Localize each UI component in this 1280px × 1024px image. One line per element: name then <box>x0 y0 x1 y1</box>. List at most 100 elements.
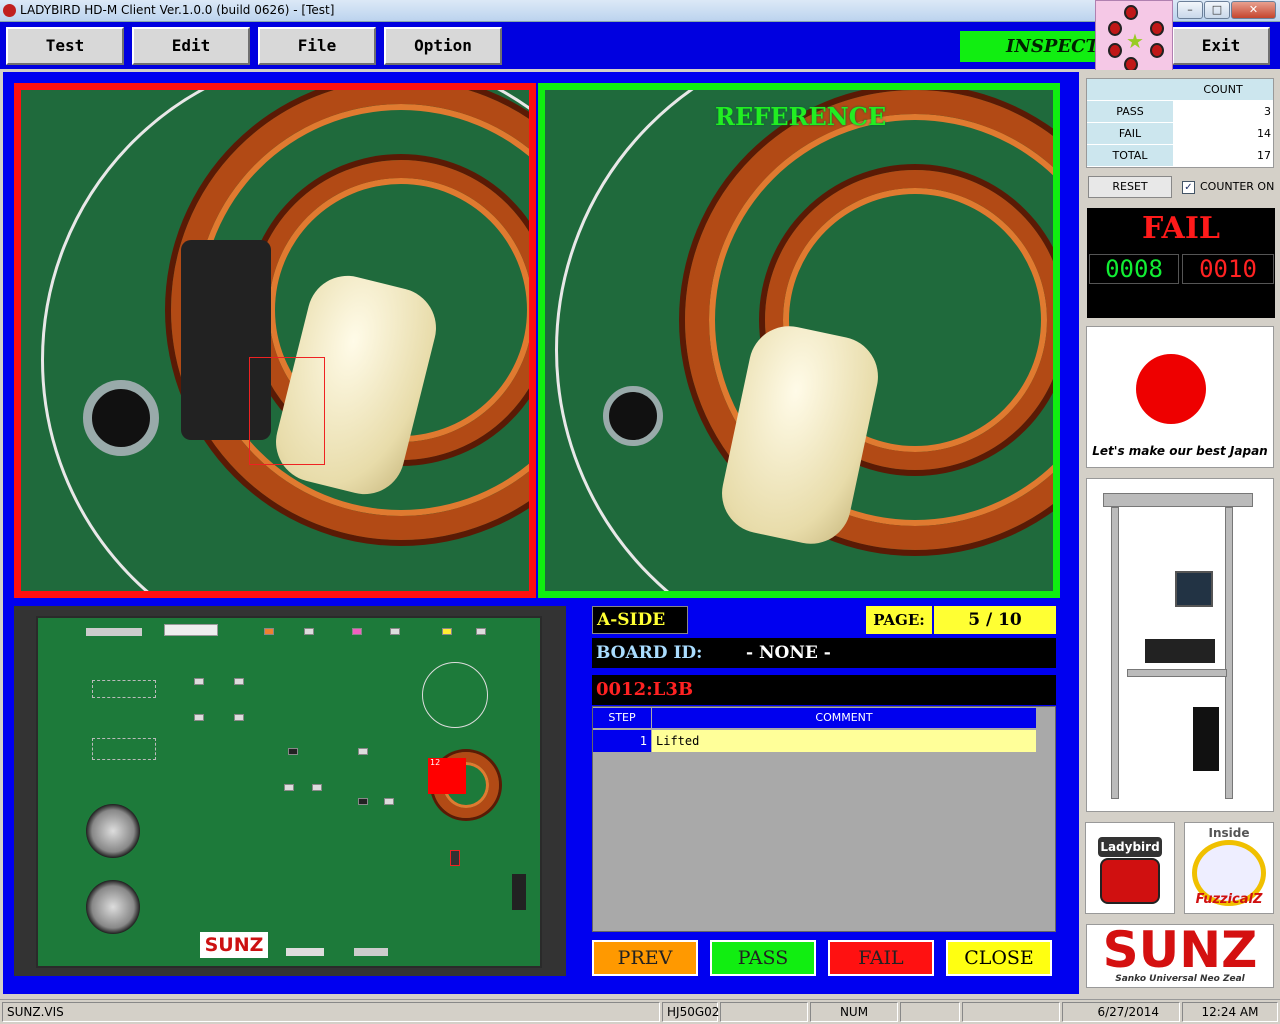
close-button[interactable]: CLOSE <box>946 940 1052 976</box>
status-empty <box>962 1002 1060 1022</box>
machine-monitor <box>1175 571 1213 607</box>
machine-pc-tower <box>1193 707 1219 771</box>
counter-on-checkbox[interactable]: ✓ <box>1182 181 1195 194</box>
ladybug-icon <box>1108 21 1122 36</box>
result-status: FAIL <box>1142 211 1220 246</box>
window-close-button[interactable]: ✕ <box>1231 1 1276 19</box>
column-header-step: STEP <box>593 708 651 728</box>
seven-segment-display <box>450 850 460 866</box>
japan-caption: Let's make our best Japan <box>1092 444 1268 458</box>
status-empty <box>720 1002 808 1022</box>
window-title: LADYBIRD HD-M Client Ver.1.0.0 (build 06… <box>20 3 335 17</box>
status-date: 6/27/2014 <box>1062 1002 1180 1022</box>
table-row-comment[interactable]: Lifted <box>652 730 1036 752</box>
pass-count-label: PASS <box>1087 101 1173 122</box>
ladybug-icon <box>1108 43 1122 58</box>
status-empty <box>900 1002 960 1022</box>
counter-table: COUNT PASS 3 FAIL 14 TOTAL 17 <box>1086 78 1274 168</box>
menu-edit-button[interactable]: Edit <box>132 27 250 65</box>
japan-sun-icon <box>1136 354 1206 424</box>
component-row <box>92 680 156 698</box>
machine-leg <box>1225 507 1233 799</box>
component <box>352 628 362 635</box>
minimize-button[interactable]: – <box>1177 1 1203 19</box>
status-file: SUNZ.VIS <box>2 1002 660 1022</box>
pass-count-value: 3 <box>1264 105 1271 118</box>
connector <box>86 628 142 636</box>
page-label: PAGE: <box>866 606 932 634</box>
status-model: HJ50G02 <box>662 1002 719 1022</box>
column-header-comment: COMMENT <box>652 708 1036 728</box>
component <box>284 784 294 791</box>
component <box>358 798 368 805</box>
machine-top-frame <box>1103 493 1253 507</box>
connector <box>164 624 218 636</box>
reference-label: REFERENCE <box>715 102 887 131</box>
board-overview-image[interactable]: 12 SUNZ <box>14 606 566 976</box>
board-side: A-SIDE <box>592 606 688 634</box>
component <box>442 628 452 635</box>
ic-chip <box>512 874 526 910</box>
component <box>234 714 244 721</box>
board-id-value: - NONE - <box>746 643 831 663</box>
component <box>390 628 400 635</box>
count-header-blank <box>1087 79 1173 100</box>
sunz-logo-text: SUNZ <box>1102 921 1258 979</box>
component <box>194 714 204 721</box>
pass-button[interactable]: PASS <box>710 940 816 976</box>
machine-leg <box>1111 507 1119 799</box>
menu-option-button[interactable]: Option <box>384 27 502 65</box>
table-row-step[interactable]: 1 <box>593 730 651 752</box>
counter-on-label: COUNTER ON <box>1200 180 1275 193</box>
component <box>194 678 204 685</box>
ladybug-icon <box>1150 21 1164 36</box>
result-counter-left: 0008 <box>1089 254 1179 284</box>
reset-button[interactable]: RESET <box>1088 176 1172 198</box>
pcb-board: 12 SUNZ <box>36 616 542 968</box>
ladybug-icon <box>1150 43 1164 58</box>
ladybird-logo-text: Ladybird <box>1100 840 1160 854</box>
star-icon: ★ <box>1126 29 1144 53</box>
reference-image[interactable]: REFERENCE <box>538 83 1060 598</box>
status-num: NUM <box>810 1002 898 1022</box>
capacitor <box>86 880 140 934</box>
capacitor <box>86 804 140 858</box>
component <box>358 748 368 755</box>
count-header: COUNT <box>1173 79 1273 100</box>
fuzzicalz-logo-text: FuzzicalZ <box>1195 892 1263 907</box>
total-count-value: 17 <box>1257 149 1271 162</box>
component <box>476 628 486 635</box>
result-counter-right: 0010 <box>1182 254 1274 284</box>
sunz-logo-subtitle: Sanko Universal Neo Zeal <box>1115 974 1245 984</box>
page-value: 5 / 10 <box>934 606 1056 634</box>
connector <box>286 948 324 956</box>
component <box>264 628 274 635</box>
fail-button[interactable]: FAIL <box>828 940 934 976</box>
machine-camera-unit <box>1145 639 1215 663</box>
connector <box>354 948 388 956</box>
ladybird-bugs-icon: ★ <box>1095 0 1173 76</box>
title-bar: LADYBIRD HD-M Client Ver.1.0.0 (build 06… <box>0 0 1280 22</box>
component <box>234 678 244 685</box>
exit-button[interactable]: Exit <box>1172 27 1270 65</box>
component <box>304 628 314 635</box>
mounting-hole <box>83 380 159 456</box>
part-id: 0012:L3B <box>592 675 1056 705</box>
circle-outline <box>422 662 488 728</box>
prev-button[interactable]: PREV <box>592 940 698 976</box>
ladybug-icon <box>1124 5 1138 20</box>
menu-test-button[interactable]: Test <box>6 27 124 65</box>
maximize-button[interactable]: □ <box>1204 1 1230 19</box>
machine-shelf <box>1127 669 1227 677</box>
fail-count-label: FAIL <box>1087 123 1173 144</box>
board-sunz-logo: SUNZ <box>200 932 268 958</box>
total-count-label: TOTAL <box>1087 145 1173 166</box>
fail-count-value: 14 <box>1257 127 1271 140</box>
status-bar: SUNZ.VIS HJ50G02 NUM 6/27/2014 12:24 AM <box>0 999 1280 1024</box>
inspected-image[interactable] <box>14 83 536 598</box>
current-part-number: 12 <box>430 758 441 767</box>
component-row <box>92 738 156 760</box>
menu-file-button[interactable]: File <box>258 27 376 65</box>
mounting-hole <box>603 386 663 446</box>
inspection-machine-image <box>1086 478 1274 812</box>
